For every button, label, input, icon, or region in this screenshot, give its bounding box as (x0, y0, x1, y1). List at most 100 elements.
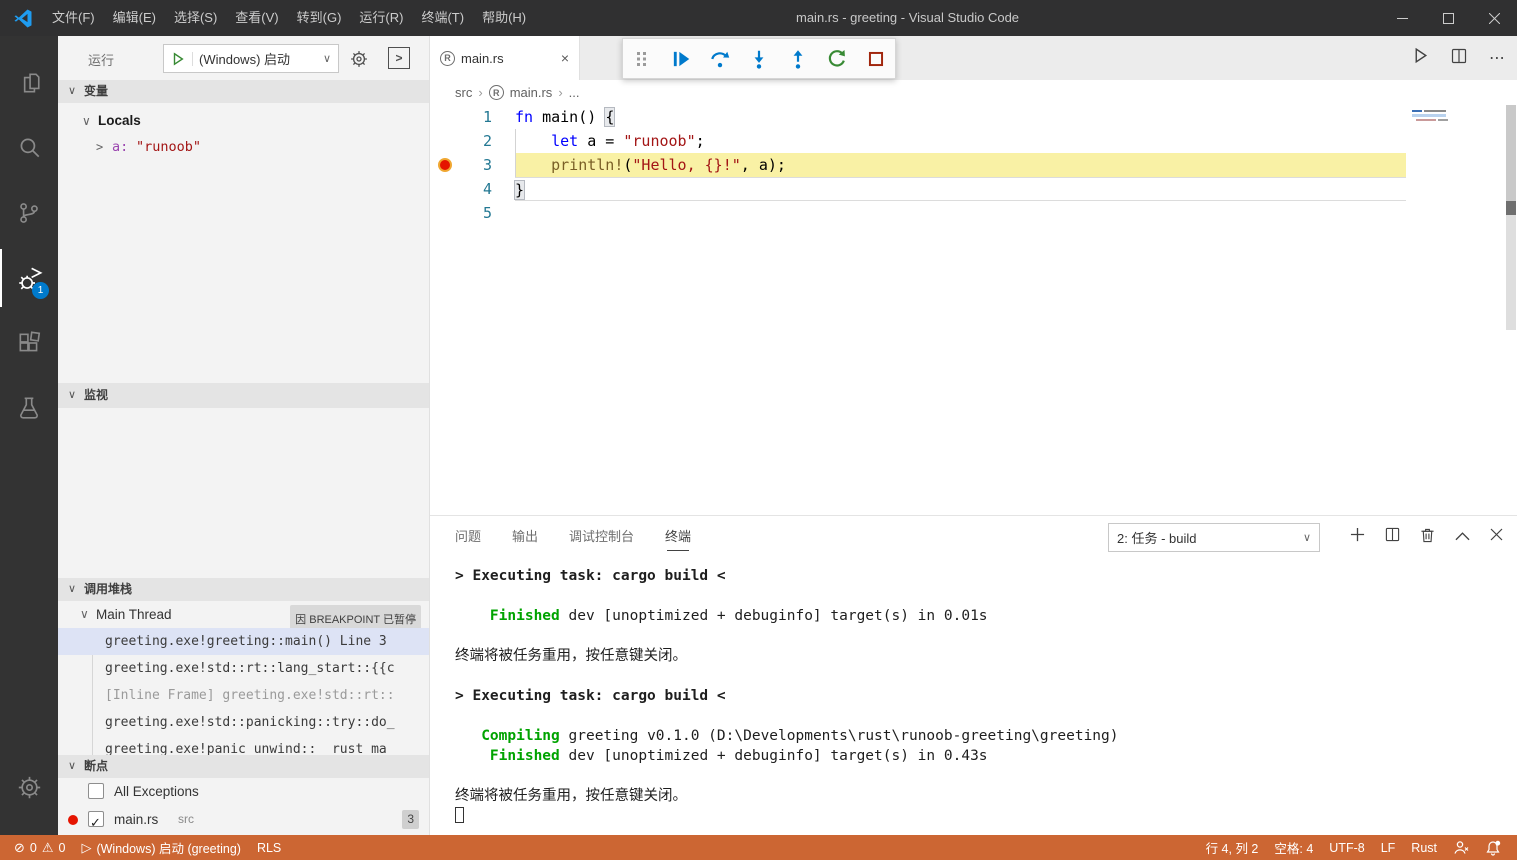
maximize-icon[interactable] (1425, 0, 1471, 36)
main-thread-row[interactable]: ∨ Main Thread 因 BREAKPOINT 已暂停 (58, 601, 429, 628)
stack-frame[interactable]: [Inline Frame] greeting.exe!std::rt:: (58, 682, 429, 709)
problems-status[interactable]: ⊘ 0 ⚠ 0 (6, 835, 73, 860)
rust-file-icon: R (489, 85, 504, 100)
step-over-icon[interactable] (708, 47, 732, 71)
language-status[interactable]: Rust (1403, 835, 1445, 860)
code-editor[interactable]: 1fn main() {2 let a = "runoob";3 println… (430, 105, 1517, 515)
breakpoints-section-header[interactable]: ∨ 断点 (58, 755, 429, 778)
menu-item[interactable]: 文件(F) (43, 0, 104, 36)
minimap[interactable] (1406, 105, 1498, 515)
more-actions-icon[interactable]: ⋯ (1489, 48, 1505, 68)
all-exceptions-checkbox[interactable] (88, 783, 104, 799)
step-into-icon[interactable] (747, 47, 771, 71)
terminal-line: Finished dev [unoptimized + debuginfo] t… (455, 606, 1497, 626)
locals-scope-row[interactable]: ∨ Locals (58, 108, 429, 134)
tab-problems[interactable]: 问题 (455, 516, 481, 558)
explorer-icon[interactable] (0, 54, 58, 112)
tab-main-rs[interactable]: R main.rs × (430, 36, 580, 80)
breakpoint-checkbox[interactable] (88, 811, 104, 827)
new-terminal-icon[interactable] (1350, 527, 1365, 547)
minimize-icon[interactable] (1379, 0, 1425, 36)
variable-row[interactable]: > a: "runoob" (58, 134, 429, 160)
menu-item[interactable]: 运行(R) (350, 0, 412, 36)
editor-gutter[interactable]: 5 (430, 201, 515, 225)
open-debug-console-icon[interactable]: > (388, 47, 410, 69)
current-breakpoint-icon[interactable] (438, 158, 452, 172)
editor-gutter[interactable]: 3 (430, 153, 515, 177)
toolbar-drag-grip[interactable] (630, 47, 654, 71)
tree-collapsed-icon[interactable]: > (96, 134, 103, 160)
search-icon[interactable] (0, 119, 58, 177)
notifications-bell-icon[interactable] (1477, 835, 1509, 860)
code-text[interactable]: let a = "runoob"; (515, 129, 1406, 153)
split-terminal-icon[interactable] (1385, 527, 1400, 547)
run-and-debug-icon[interactable]: 1 (0, 249, 58, 307)
start-debug-icon[interactable] (164, 52, 193, 66)
restart-icon[interactable] (825, 47, 849, 71)
breadcrumb-file[interactable]: main.rs (510, 85, 553, 100)
code-text[interactable]: } (515, 177, 1406, 201)
breakpoint-row[interactable]: main.rs src 3 (58, 806, 429, 833)
stack-frame[interactable]: greeting.exe!panic_unwind::__rust_ma (58, 736, 429, 755)
code-text[interactable] (515, 201, 1406, 225)
launch-config-dropdown[interactable]: (Windows) 启动 ∨ (163, 44, 339, 73)
continue-icon[interactable] (669, 47, 693, 71)
indentation-status[interactable]: 空格: 4 (1266, 835, 1321, 860)
call-stack-section-header[interactable]: ∨ 调用堆栈 (58, 578, 429, 601)
run-file-icon[interactable] (1412, 47, 1429, 69)
source-control-icon[interactable] (0, 184, 58, 242)
maximize-panel-icon[interactable] (1455, 528, 1470, 546)
menu-item[interactable]: 帮助(H) (473, 0, 535, 36)
close-panel-icon[interactable] (1490, 528, 1503, 546)
settings-gear-icon[interactable] (0, 758, 58, 816)
terminal-select[interactable]: 2: 任务 - build ∨ (1108, 523, 1320, 552)
tab-terminal[interactable]: 终端 (665, 516, 691, 558)
menu-item[interactable]: 查看(V) (226, 0, 287, 36)
code-line[interactable]: 5 (430, 201, 1517, 225)
watch-section-header[interactable]: ∨ 监视 (58, 383, 429, 408)
tab-close-icon[interactable]: × (561, 50, 569, 66)
code-line[interactable]: 4} (430, 177, 1517, 201)
code-text[interactable]: fn main() { (515, 105, 1406, 129)
extensions-icon[interactable] (0, 314, 58, 372)
stack-frame[interactable]: greeting.exe!std::panicking::try::do_ (58, 709, 429, 736)
breadcrumb-symbol[interactable]: ... (569, 85, 580, 100)
tab-label: main.rs (461, 51, 504, 66)
tab-output[interactable]: 输出 (512, 516, 538, 558)
breadcrumb-src[interactable]: src (455, 85, 472, 100)
split-editor-icon[interactable] (1451, 48, 1467, 69)
code-line[interactable]: 3 println!("Hello, {}!", a); (430, 153, 1517, 177)
stack-frame[interactable]: greeting.exe!std::rt::lang_start::{{c (58, 655, 429, 682)
tab-debug-console[interactable]: 调试控制台 (569, 516, 634, 558)
warning-icon: ⚠ (42, 840, 54, 856)
code-line[interactable]: 1fn main() { (430, 105, 1517, 129)
stop-icon[interactable] (864, 47, 888, 71)
chevron-down-icon: ∨ (68, 80, 76, 103)
editor-gutter[interactable]: 2 (430, 129, 515, 153)
menu-item[interactable]: 选择(S) (165, 0, 226, 36)
variables-section-header[interactable]: ∨ 变量 (58, 80, 429, 103)
editor-gutter[interactable]: 1 (430, 105, 515, 129)
menu-item[interactable]: 编辑(E) (104, 0, 165, 36)
menu-item[interactable]: 终端(T) (412, 0, 473, 36)
code-text[interactable]: println!("Hello, {}!", a); (515, 153, 1406, 177)
step-out-icon[interactable] (786, 47, 810, 71)
all-exceptions-row[interactable]: All Exceptions (58, 778, 429, 805)
code-line[interactable]: 2 let a = "runoob"; (430, 129, 1517, 153)
debug-launch-status[interactable]: ▷ (Windows) 启动 (greeting) (73, 835, 248, 860)
rls-status[interactable]: RLS (249, 835, 289, 860)
kill-terminal-trash-icon[interactable] (1420, 527, 1435, 548)
eol-status[interactable]: LF (1373, 835, 1404, 860)
editor-scrollbar[interactable] (1505, 105, 1517, 515)
rust-file-icon: R (440, 51, 455, 66)
editor-gutter[interactable]: 4 (430, 177, 515, 201)
cursor-position-status[interactable]: 行 4, 列 2 (1198, 835, 1267, 860)
menu-item[interactable]: 转到(G) (288, 0, 351, 36)
close-icon[interactable] (1471, 0, 1517, 36)
feedback-icon[interactable] (1445, 835, 1477, 860)
configure-gear-icon[interactable] (349, 49, 369, 74)
stack-frame[interactable]: greeting.exe!greeting::main() Line 3 (58, 628, 429, 655)
terminal-output[interactable]: > Executing task: cargo build < Finished… (455, 566, 1497, 835)
encoding-status[interactable]: UTF-8 (1321, 835, 1372, 860)
test-flask-icon[interactable] (0, 379, 58, 437)
